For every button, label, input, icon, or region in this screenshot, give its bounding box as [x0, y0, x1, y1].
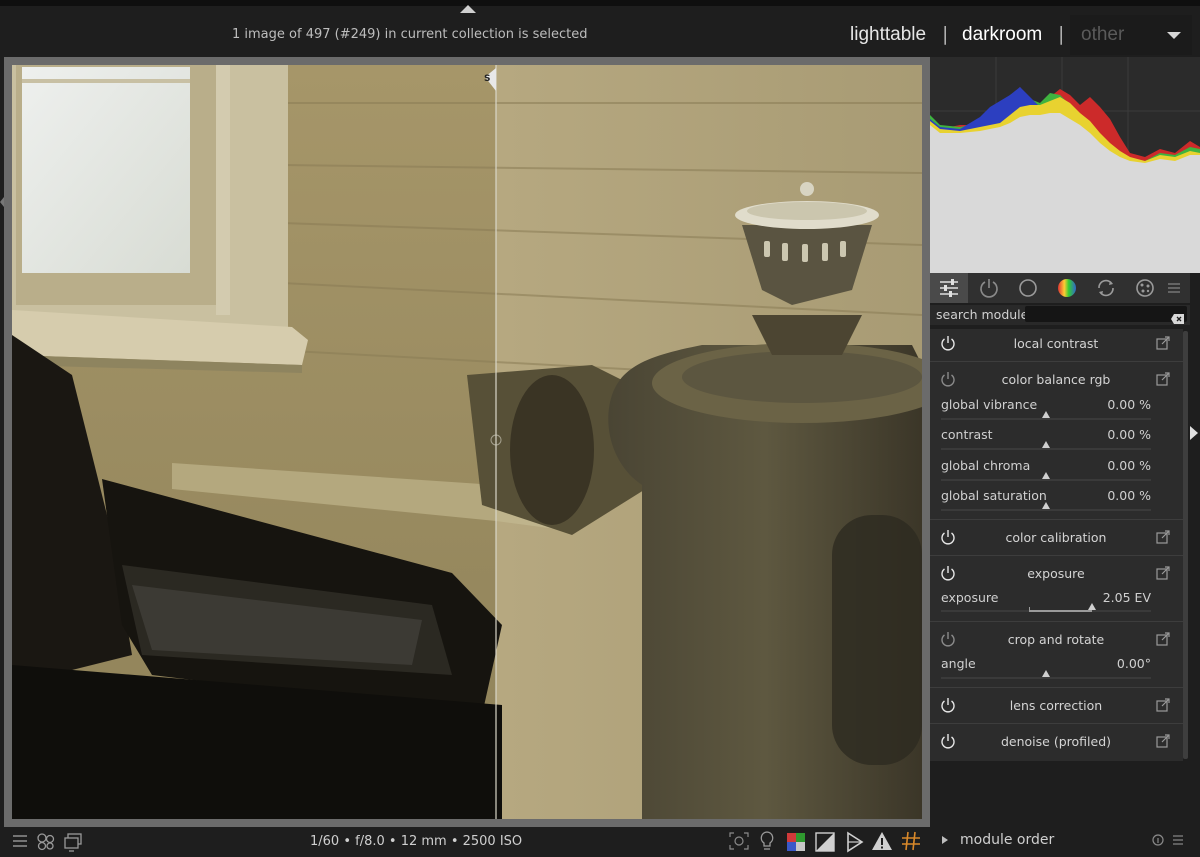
- popout-icon[interactable]: [1156, 372, 1170, 386]
- second-window-icon[interactable]: [63, 832, 83, 852]
- histogram[interactable]: [930, 57, 1200, 273]
- split-marker[interactable]: S: [484, 74, 490, 84]
- lightbulb-icon[interactable]: [759, 831, 775, 851]
- slider-handle[interactable]: [1042, 441, 1050, 448]
- global-vibrance-slider[interactable]: [941, 411, 1151, 420]
- popout-icon[interactable]: [1156, 336, 1170, 350]
- slider-fill: [1029, 610, 1092, 612]
- slider-value: 0.00°: [1116, 656, 1151, 671]
- top-panel-arrow-icon[interactable]: [460, 5, 476, 13]
- module-title: crop and rotate: [1007, 632, 1105, 647]
- popout-icon[interactable]: [1156, 566, 1170, 580]
- popout-icon[interactable]: [1156, 734, 1170, 748]
- module-local-contrast[interactable]: local contrast: [930, 327, 1182, 361]
- global-chroma-slider[interactable]: [941, 472, 1151, 481]
- slider-label: global saturation: [941, 488, 1047, 503]
- view-other-label[interactable]: other: [1081, 24, 1124, 46]
- divider: [930, 361, 1183, 362]
- softproof-icon[interactable]: [786, 832, 806, 852]
- divider: [930, 555, 1183, 556]
- right-panel-arrow-icon[interactable]: [1190, 426, 1198, 440]
- module-title: denoise (profiled): [1000, 734, 1112, 749]
- module-color-calibration[interactable]: color calibration: [930, 521, 1182, 555]
- view-separator: |: [942, 23, 949, 45]
- collection-info: 1 image of 497 (#249) in current collect…: [232, 27, 588, 42]
- search-label: search module: [936, 307, 1029, 322]
- module-lens-correction[interactable]: lens correction: [930, 689, 1182, 723]
- color-group-icon[interactable]: [1048, 273, 1086, 303]
- divider: [930, 519, 1183, 520]
- panel-scrollbar[interactable]: [1183, 331, 1188, 759]
- expand-arrow-icon[interactable]: [942, 836, 948, 844]
- slider-value: 0.00 %: [1107, 427, 1151, 442]
- chevron-down-icon[interactable]: [1167, 32, 1181, 39]
- slider-handle[interactable]: [1042, 502, 1050, 509]
- slider-handle[interactable]: [1088, 603, 1096, 610]
- clear-search-icon[interactable]: [1171, 309, 1184, 324]
- slider-value: 0.00 %: [1107, 458, 1151, 473]
- correct-group-icon[interactable]: [1087, 273, 1125, 303]
- slider-label: global vibrance: [941, 397, 1038, 412]
- module-title: color balance rgb: [1001, 372, 1111, 387]
- popout-icon[interactable]: [1156, 530, 1170, 544]
- divider: [930, 687, 1183, 688]
- global-saturation-slider[interactable]: [941, 502, 1151, 511]
- module-title: local contrast: [1013, 336, 1099, 351]
- guides-icon[interactable]: [845, 831, 865, 853]
- styles-icon[interactable]: [36, 832, 56, 852]
- exposure-slider[interactable]: [941, 603, 1151, 612]
- angle-slider[interactable]: [941, 670, 1151, 679]
- slider-label: contrast: [941, 427, 993, 442]
- search-input[interactable]: [1025, 306, 1187, 322]
- popout-icon[interactable]: [1156, 698, 1170, 712]
- slider-handle[interactable]: [1042, 472, 1050, 479]
- module-title: color calibration: [1005, 530, 1107, 545]
- slider-label: angle: [941, 656, 976, 671]
- module-order-label[interactable]: module order: [960, 832, 1054, 848]
- divider: [930, 621, 1183, 622]
- module-crop-and-rotate[interactable]: crop and rotate: [930, 623, 1182, 657]
- focus-peaking-icon[interactable]: [729, 832, 749, 850]
- histogram-graph: [930, 57, 1200, 273]
- popout-icon[interactable]: [1156, 632, 1170, 646]
- gamut-check-icon[interactable]: [815, 832, 835, 852]
- slider-value: 2.05 EV: [1102, 590, 1151, 605]
- slider-default-tick: [1029, 607, 1030, 610]
- image-canvas[interactable]: [12, 65, 922, 819]
- module-title: exposure: [1027, 566, 1085, 581]
- help-icon[interactable]: [1152, 834, 1164, 846]
- divider: [930, 723, 1183, 724]
- view-lighttable[interactable]: lighttable: [850, 24, 926, 46]
- grid-overlay-icon[interactable]: [901, 831, 921, 851]
- slider-value: 0.00 %: [1107, 488, 1151, 503]
- presets-icon[interactable]: [1172, 834, 1184, 846]
- warning-icon[interactable]: [871, 831, 893, 851]
- view-separator: |: [1058, 23, 1065, 45]
- exif-info: 1/60 • f/8.0 • 12 mm • 2500 ISO: [310, 834, 523, 849]
- slider-value: 0.00 %: [1107, 397, 1151, 412]
- quick-access-icon[interactable]: [930, 273, 968, 303]
- module-denoise-profiled[interactable]: denoise (profiled): [930, 725, 1182, 759]
- slider-handle[interactable]: [1042, 670, 1050, 677]
- module-group-tabs: [930, 273, 1190, 303]
- active-modules-icon[interactable]: [970, 273, 1008, 303]
- presets-menu-icon[interactable]: [1158, 273, 1190, 303]
- slider-label: exposure: [941, 590, 999, 605]
- module-color-balance-rgb[interactable]: color balance rgb: [930, 363, 1182, 397]
- top-panel-toggle-strip[interactable]: [0, 0, 1200, 6]
- slider-handle[interactable]: [1042, 411, 1050, 418]
- photo-preview: [12, 65, 922, 819]
- contrast-slider[interactable]: [941, 441, 1151, 450]
- slider-label: global chroma: [941, 458, 1031, 473]
- view-darkroom[interactable]: darkroom: [962, 24, 1042, 46]
- module-title: lens correction: [1009, 698, 1103, 713]
- base-group-icon[interactable]: [1009, 273, 1047, 303]
- module-exposure[interactable]: exposure: [930, 557, 1182, 591]
- menu-icon[interactable]: [12, 833, 28, 849]
